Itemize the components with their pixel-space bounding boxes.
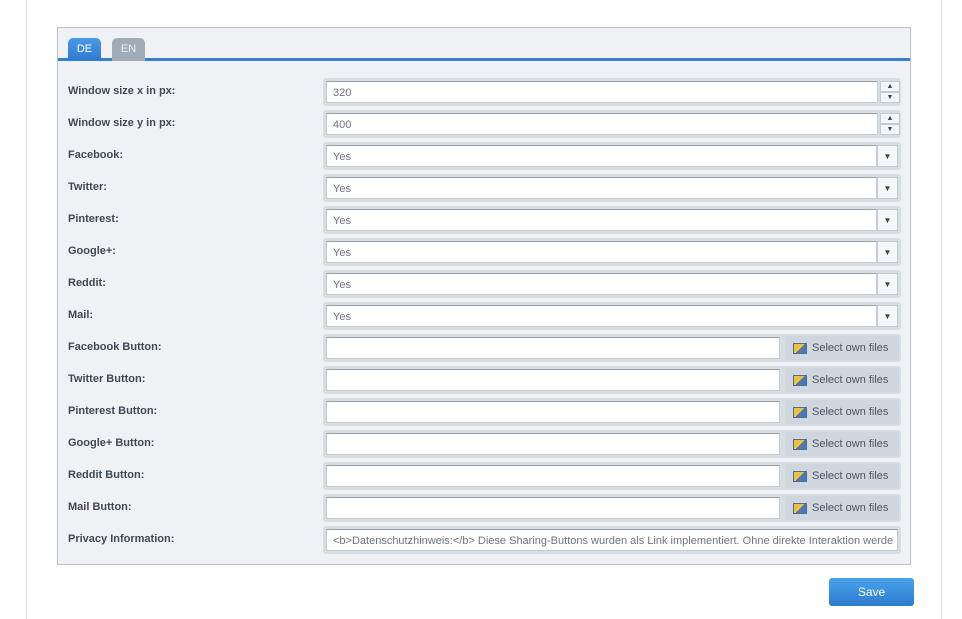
spin-down-icon[interactable]: ▼ — [880, 92, 900, 103]
image-icon — [793, 438, 807, 450]
form-row-privacy-information: Privacy Information: <b>Datenschutzhinwe… — [58, 524, 910, 556]
form-row-pinterest: Pinterest: Yes ▼ — [58, 204, 910, 236]
spin-down-icon[interactable]: ▼ — [880, 124, 900, 135]
spin-up-icon[interactable]: ▲ — [880, 81, 900, 92]
select-files-button[interactable]: Select own files — [785, 496, 899, 520]
twitter-button-input[interactable] — [326, 369, 780, 391]
form-row-reddit-button: Reddit Button: Select own files — [58, 460, 910, 492]
form-row-google: Google+: Yes ▼ — [58, 236, 910, 268]
twitter-select[interactable]: Yes — [326, 177, 877, 199]
twitter-field-wrapper: Yes ▼ — [323, 174, 901, 202]
image-icon — [793, 406, 807, 418]
select-files-label: Select own files — [812, 406, 889, 418]
select-files-button[interactable]: Select own files — [785, 432, 899, 456]
select-files-label: Select own files — [812, 374, 889, 386]
image-icon — [793, 502, 807, 514]
field-label: Reddit Button: — [68, 469, 145, 481]
save-button[interactable]: Save — [829, 578, 914, 606]
field-label: Twitter Button: — [68, 373, 146, 385]
language-tabs: DE EN — [58, 28, 910, 61]
pinterest-field-wrapper: Yes ▼ — [323, 206, 901, 234]
form-row-pinterest-button: Pinterest Button: Select own files — [58, 396, 910, 428]
field-label: Reddit: — [68, 277, 106, 289]
select-files-label: Select own files — [812, 502, 889, 514]
field-label: Pinterest Button: — [68, 405, 158, 417]
privacy-information-field-wrapper: <b>Datenschutzhinweis:</b> Diese Sharing… — [323, 526, 901, 554]
window-size-x-in-px-input[interactable]: 320 — [326, 81, 878, 103]
form-row-mail-button: Mail Button: Select own files — [58, 492, 910, 524]
field-label: Pinterest: — [68, 213, 119, 225]
reddit-button-input[interactable] — [326, 465, 780, 487]
tab-de[interactable]: DE — [68, 38, 101, 61]
form-row-window-size-x-in-px: Window size x in px: 320 ▲ ▼ — [58, 76, 910, 108]
dropdown-arrow-icon[interactable]: ▼ — [877, 273, 898, 295]
spinner: ▲ ▼ — [880, 113, 900, 135]
pinterest-select[interactable]: Yes — [326, 209, 877, 231]
field-label: Google+: — [68, 245, 116, 257]
field-label: Google+ Button: — [68, 437, 155, 449]
facebook-button-field-wrapper: Select own files — [323, 334, 901, 362]
field-label: Window size x in px: — [68, 85, 176, 97]
mail-field-wrapper: Yes ▼ — [323, 302, 901, 330]
select-files-label: Select own files — [812, 342, 889, 354]
form-row-window-size-y-in-px: Window size y in px: 400 ▲ ▼ — [58, 108, 910, 140]
form-row-twitter-button: Twitter Button: Select own files — [58, 364, 910, 396]
dropdown-arrow-icon[interactable]: ▼ — [877, 145, 898, 167]
dropdown-arrow-icon[interactable]: ▼ — [877, 209, 898, 231]
field-label: Window size y in px: — [68, 117, 176, 129]
settings-panel: DE EN Window size x in px: 320 ▲ ▼ Window … — [57, 27, 911, 565]
facebook-field-wrapper: Yes ▼ — [323, 142, 901, 170]
field-label: Mail Button: — [68, 501, 132, 513]
field-label: Twitter: — [68, 181, 107, 193]
form-rows: Window size x in px: 320 ▲ ▼ Window size y… — [58, 76, 910, 556]
pinterest-button-input[interactable] — [326, 401, 780, 423]
mail-button-field-wrapper: Select own files — [323, 494, 901, 522]
form-row-facebook-button: Facebook Button: Select own files — [58, 332, 910, 364]
select-files-button[interactable]: Select own files — [785, 368, 899, 392]
dropdown-arrow-icon[interactable]: ▼ — [877, 241, 898, 263]
window-size-y-in-px-input[interactable]: 400 — [326, 113, 878, 135]
select-files-label: Select own files — [812, 470, 889, 482]
spin-up-icon[interactable]: ▲ — [880, 113, 900, 124]
window-size-y-in-px-field-wrapper: 400 ▲ ▼ — [323, 110, 901, 138]
form-row-twitter: Twitter: Yes ▼ — [58, 172, 910, 204]
google-select[interactable]: Yes — [326, 241, 877, 263]
image-icon — [793, 374, 807, 386]
field-label: Privacy Information: — [68, 533, 175, 545]
mail-button-input[interactable] — [326, 497, 780, 519]
dropdown-arrow-icon[interactable]: ▼ — [877, 177, 898, 199]
reddit-select[interactable]: Yes — [326, 273, 877, 295]
window-size-x-in-px-field-wrapper: 320 ▲ ▼ — [323, 78, 901, 106]
select-files-button[interactable]: Select own files — [785, 400, 899, 424]
field-label: Facebook: — [68, 149, 124, 161]
google-field-wrapper: Yes ▼ — [323, 238, 901, 266]
select-files-label: Select own files — [812, 438, 889, 450]
facebook-select[interactable]: Yes — [326, 145, 877, 167]
form-row-facebook: Facebook: Yes ▼ — [58, 140, 910, 172]
mail-select[interactable]: Yes — [326, 305, 877, 327]
field-label: Facebook Button: — [68, 341, 162, 353]
form-row-google-button: Google+ Button: Select own files — [58, 428, 910, 460]
image-icon — [793, 470, 807, 482]
field-label: Mail: — [68, 309, 94, 321]
form-row-reddit: Reddit: Yes ▼ — [58, 268, 910, 300]
select-files-button[interactable]: Select own files — [785, 336, 899, 360]
reddit-button-field-wrapper: Select own files — [323, 462, 901, 490]
pinterest-button-field-wrapper: Select own files — [323, 398, 901, 426]
privacy-information-input[interactable]: <b>Datenschutzhinweis:</b> Diese Sharing… — [326, 529, 898, 551]
select-files-button[interactable]: Select own files — [785, 464, 899, 488]
reddit-field-wrapper: Yes ▼ — [323, 270, 901, 298]
spinner: ▲ ▼ — [880, 81, 900, 103]
tab-en[interactable]: EN — [112, 38, 145, 61]
image-icon — [793, 342, 807, 354]
twitter-button-field-wrapper: Select own files — [323, 366, 901, 394]
dropdown-arrow-icon[interactable]: ▼ — [877, 305, 898, 327]
facebook-button-input[interactable] — [326, 337, 780, 359]
google-button-field-wrapper: Select own files — [323, 430, 901, 458]
form-row-mail: Mail: Yes ▼ — [58, 300, 910, 332]
google-button-input[interactable] — [326, 433, 780, 455]
